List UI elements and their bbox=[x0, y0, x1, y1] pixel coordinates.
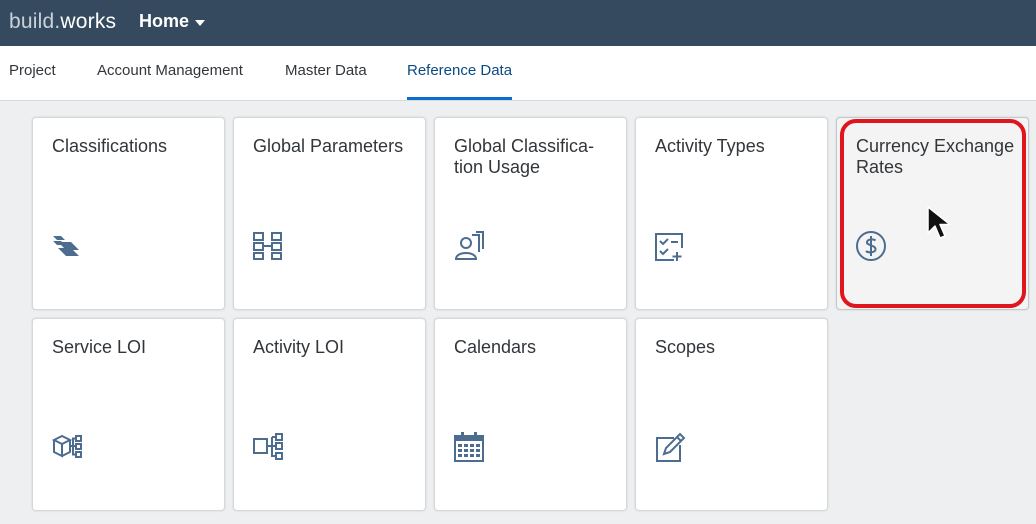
tab-reference-data[interactable]: Reference Data bbox=[407, 46, 513, 100]
tile-title: Classifications bbox=[52, 136, 168, 156]
caret-down-icon bbox=[195, 19, 206, 26]
app-logo[interactable]: build.works bbox=[9, 10, 116, 34]
tile-title: Currency Exchange Rates bbox=[856, 136, 1015, 177]
global-parameters-icon bbox=[253, 232, 282, 260]
activity-loi-icon bbox=[253, 433, 283, 460]
classifications-icon bbox=[53, 236, 79, 256]
tile-title: Global Parameters bbox=[253, 136, 404, 156]
tile-global-parameters[interactable]: Global Parameters bbox=[233, 117, 426, 310]
service-loi-icon bbox=[51, 434, 82, 458]
tile-classifications[interactable]: Classifications bbox=[32, 117, 225, 310]
tab-master-data[interactable]: Master Data bbox=[285, 46, 367, 100]
tile-title: Activity Types bbox=[655, 136, 765, 156]
home-menu-label: Home bbox=[139, 11, 190, 31]
logo-text-works: works bbox=[60, 10, 117, 33]
tile-title: Global Classifica-tion Usage bbox=[454, 136, 595, 177]
tile-calendars[interactable]: Calendars bbox=[434, 318, 627, 511]
mouse-cursor-icon bbox=[927, 206, 951, 239]
tile-global-classification-usage[interactable]: Global Classifica-tion Usage bbox=[434, 117, 627, 310]
tile-title: Calendars bbox=[454, 337, 537, 357]
tile-activity-loi[interactable]: Activity LOI bbox=[233, 318, 426, 511]
tab-account-management[interactable]: Account Management bbox=[97, 46, 243, 100]
tab-project[interactable]: Project bbox=[9, 46, 56, 100]
tile-activity-types[interactable]: Activity Types bbox=[635, 117, 828, 310]
activity-types-icon bbox=[655, 233, 683, 261]
tile-title: Scopes bbox=[655, 337, 716, 357]
classification-usage-icon bbox=[454, 231, 484, 260]
tile-title: Service LOI bbox=[52, 337, 147, 357]
logo-text-build: build bbox=[9, 10, 55, 33]
home-menu-button[interactable]: Home bbox=[139, 11, 206, 32]
scopes-icon bbox=[656, 432, 686, 462]
tile-service-loi[interactable]: Service LOI bbox=[32, 318, 225, 511]
tile-scopes[interactable]: Scopes bbox=[635, 318, 828, 511]
dollar-icon bbox=[856, 231, 886, 261]
shell-bar: build.works Home bbox=[0, 0, 1036, 46]
tile-title: Activity LOI bbox=[253, 337, 345, 357]
tab-bar: Project Account Management Master Data R… bbox=[0, 46, 1036, 101]
calendar-icon bbox=[454, 432, 484, 462]
